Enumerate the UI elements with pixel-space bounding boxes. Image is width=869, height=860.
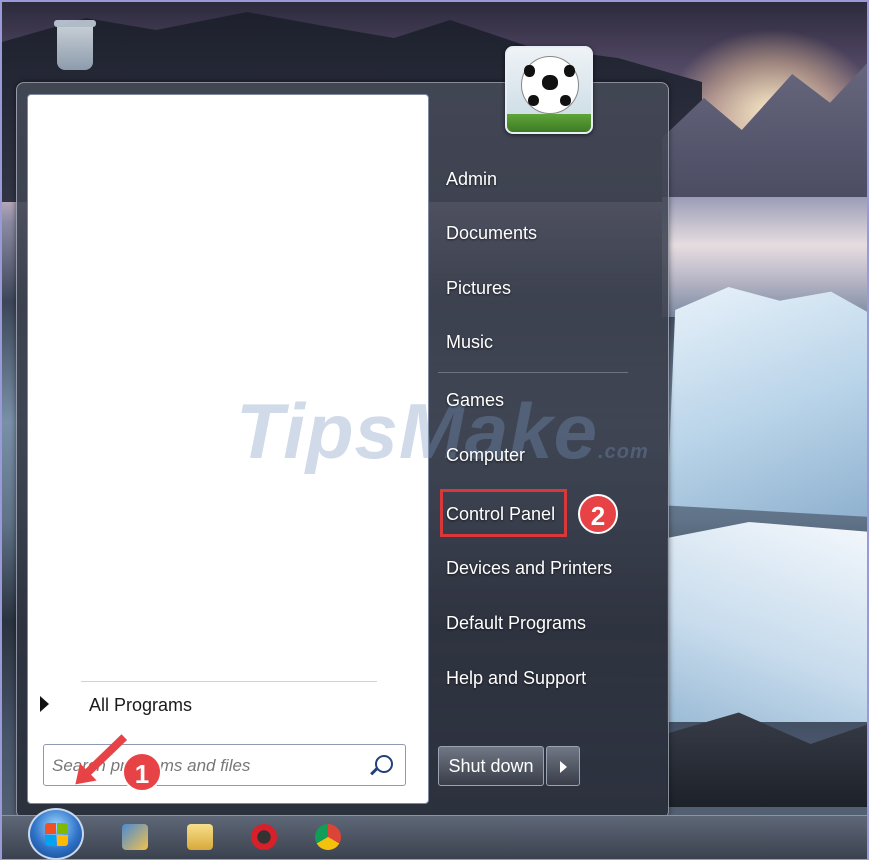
step-1-badge: 1 xyxy=(122,752,162,792)
menu-item-computer[interactable]: Computer xyxy=(446,440,525,470)
menu-item-help-and-support[interactable]: Help and Support xyxy=(446,663,586,693)
file-explorer-icon[interactable] xyxy=(187,824,213,850)
shut-down-options-button[interactable] xyxy=(546,746,580,786)
programs-divider xyxy=(81,681,377,682)
menu-divider xyxy=(438,372,628,373)
all-programs-label: All Programs xyxy=(89,695,193,715)
wallpaper-ice-lower xyxy=(667,522,867,722)
wallpaper-peaks xyxy=(662,58,867,202)
menu-item-admin[interactable]: Admin xyxy=(446,164,497,194)
search-icon[interactable] xyxy=(375,755,393,773)
menu-item-games[interactable]: Games xyxy=(446,385,504,415)
menu-item-pictures[interactable]: Pictures xyxy=(446,273,511,303)
menu-item-devices-and-printers[interactable]: Devices and Printers xyxy=(446,553,612,583)
menu-item-documents[interactable]: Documents xyxy=(446,218,537,248)
menu-item-music[interactable]: Music xyxy=(446,327,493,357)
recycle-bin-icon[interactable] xyxy=(54,20,96,70)
opera-browser-icon[interactable] xyxy=(251,824,277,850)
menu-item-default-programs[interactable]: Default Programs xyxy=(446,608,586,638)
shut-down-button[interactable]: Shut down xyxy=(438,746,544,786)
wallpaper-ice xyxy=(667,287,867,517)
watermark-text: TipsMake xyxy=(236,387,599,475)
watermark-logo: TipsMake.com xyxy=(236,386,649,477)
chevron-right-icon xyxy=(560,761,567,773)
all-programs-button[interactable]: All Programs xyxy=(40,693,420,719)
soccer-ball-icon xyxy=(521,56,579,114)
network-app-icon[interactable] xyxy=(122,824,148,850)
windows-flag-icon xyxy=(45,823,69,847)
windows-start-orb-icon[interactable] xyxy=(28,808,84,860)
expand-arrow-icon xyxy=(40,696,49,712)
step-2-badge: 2 xyxy=(578,494,618,534)
chrome-browser-icon[interactable] xyxy=(315,824,341,850)
control-panel-highlight-box xyxy=(440,489,567,537)
watermark-suffix: .com xyxy=(598,441,649,463)
grass-decoration xyxy=(507,114,591,132)
user-avatar[interactable] xyxy=(505,46,593,134)
